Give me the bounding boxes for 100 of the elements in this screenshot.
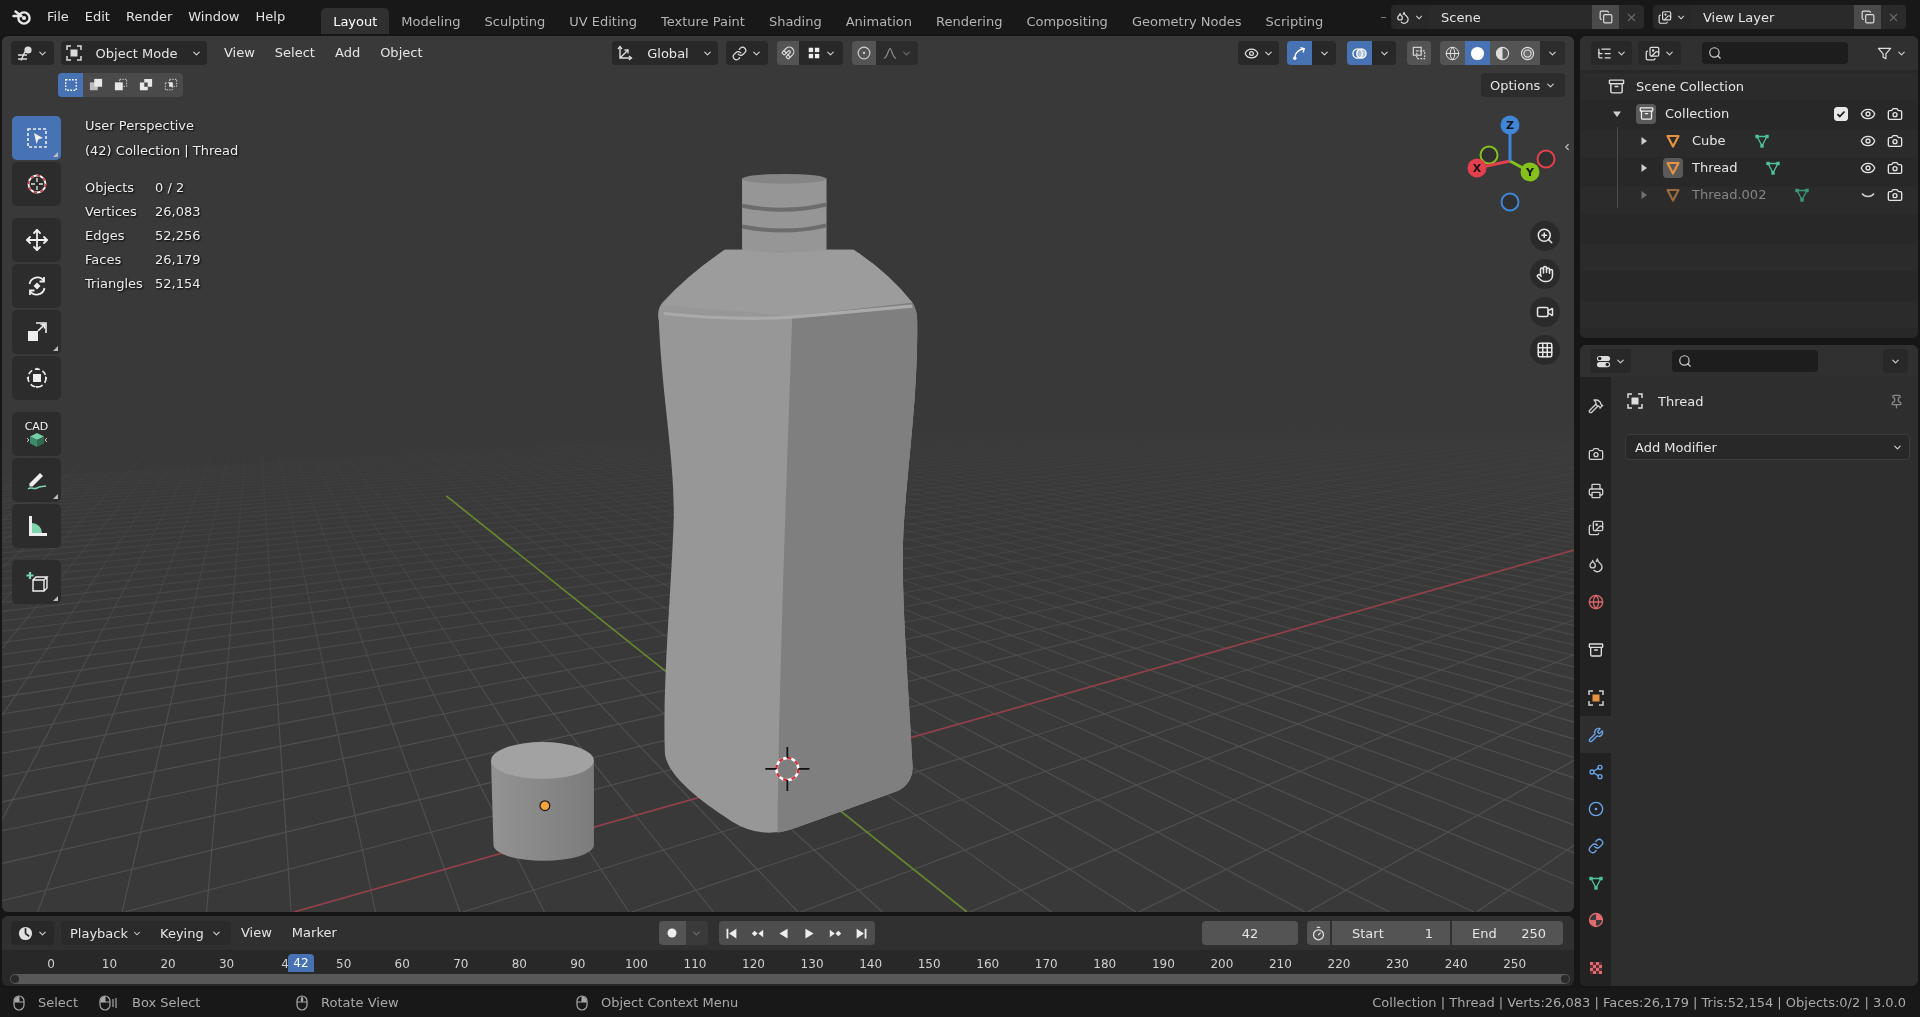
workspace-tab[interactable]: Sculpting — [472, 8, 558, 34]
options-dropdown[interactable]: Options — [1481, 73, 1565, 97]
view-layer-browse-button[interactable] — [1653, 5, 1691, 29]
object-name[interactable]: Cube — [1692, 133, 1726, 148]
tool-button[interactable] — [12, 458, 61, 502]
playback-button[interactable] — [718, 921, 745, 945]
current-frame-field[interactable]: 42 — [1202, 921, 1298, 945]
playhead[interactable]: 42 — [287, 954, 314, 972]
new-view-layer-button[interactable] — [1854, 5, 1881, 29]
playback-button[interactable] — [848, 921, 875, 945]
visibility-dropdown[interactable] — [1238, 41, 1279, 65]
menu-item[interactable]: Select — [264, 41, 325, 65]
menu-item[interactable]: File — [39, 6, 77, 28]
checkbox[interactable] — [1833, 106, 1848, 121]
workspace-tab[interactable]: Geometry Nodes — [1119, 8, 1254, 34]
editor-type-button[interactable] — [11, 921, 54, 945]
tool-button[interactable] — [12, 560, 61, 604]
expand-arrow-icon[interactable] — [1639, 162, 1649, 173]
camera-icon[interactable] — [1886, 186, 1903, 203]
workspace-tab[interactable]: Scripting — [1253, 8, 1336, 34]
menu-item[interactable]: View — [231, 921, 282, 945]
shading-button[interactable] — [1465, 41, 1490, 65]
menu-item[interactable]: Object — [370, 41, 433, 65]
camera-icon[interactable] — [1886, 105, 1903, 122]
scene-browse-button[interactable] — [1391, 5, 1429, 29]
negative-axis-handle[interactable] — [1536, 149, 1556, 169]
selection-mode-button[interactable] — [83, 73, 108, 97]
gizmo-options-dropdown[interactable] — [1312, 41, 1336, 65]
archive-icon[interactable] — [1636, 103, 1656, 124]
snap-target-dropdown[interactable] — [799, 41, 844, 65]
projection-button[interactable] — [1530, 335, 1560, 365]
workspace-tab[interactable]: Animation — [833, 8, 924, 34]
selection-mode-button[interactable] — [158, 73, 183, 97]
close-button[interactable] — [1619, 5, 1644, 29]
menu-item[interactable]: Help — [247, 6, 294, 28]
shading-button[interactable] — [1440, 41, 1465, 65]
pin-icon[interactable] — [1889, 393, 1904, 409]
camera-icon[interactable] — [1886, 159, 1903, 176]
editor-type-button[interactable] — [1591, 41, 1632, 65]
tool-button[interactable]: CAD — [12, 412, 61, 456]
editor-type-button[interactable] — [11, 41, 54, 65]
menu-item[interactable]: View — [214, 41, 265, 65]
menu-item[interactable]: Marker — [281, 921, 347, 945]
preview-range-toggle[interactable] — [1307, 921, 1330, 945]
menu-dropdown[interactable]: Playback — [61, 921, 151, 945]
search-field[interactable] — [1702, 42, 1848, 64]
object-name[interactable]: Thread — [1692, 160, 1738, 175]
tool-button[interactable] — [12, 310, 61, 354]
3d-viewport[interactable]: Object Mode View Select Add Object Global Options CAD User Perspective (42) Collection | Thread Objects 0 / 2 Vertices 26,083 Edges 52,256 Faces 26,179 Triangles 52,154 X Y Z — [2, 36, 1574, 912]
axis-handle[interactable]: X — [1467, 158, 1511, 178]
overlays-toggle[interactable] — [1347, 41, 1372, 65]
menu-item[interactable]: Window — [180, 6, 248, 28]
shading-button[interactable] — [1490, 41, 1515, 65]
workspace-tab[interactable]: Texture Paint — [649, 8, 757, 34]
expand-arrow-icon[interactable] — [1639, 135, 1649, 146]
menu-item[interactable]: Add — [324, 41, 371, 65]
tool-button[interactable] — [12, 162, 61, 206]
view-layer-name-field[interactable]: View Layer — [1691, 5, 1854, 29]
workspace-tab[interactable]: Layout — [321, 8, 390, 34]
app-logo-icon[interactable] — [12, 7, 32, 27]
end-frame-field[interactable]: End 250 — [1452, 921, 1563, 945]
workspace-tab[interactable]: Modeling — [389, 8, 473, 34]
scene-name-field[interactable]: Scene — [1429, 5, 1592, 29]
selection-mode-button[interactable] — [58, 73, 83, 97]
tool-button[interactable] — [12, 504, 61, 548]
camera-icon[interactable] — [1886, 132, 1903, 149]
shading-button[interactable] — [1515, 41, 1540, 65]
overlays-options-dropdown[interactable] — [1372, 41, 1396, 65]
close-button[interactable] — [1881, 5, 1906, 29]
workspace-tab[interactable]: UV Editing — [557, 8, 649, 34]
start-frame-field[interactable]: Start 1 — [1332, 921, 1450, 945]
pivot-dropdown[interactable] — [726, 41, 769, 65]
new-scene-button[interactable] — [1592, 5, 1619, 29]
menu-item[interactable]: Edit — [76, 6, 118, 28]
snap-toggle[interactable] — [777, 41, 800, 65]
workspace-tab[interactable]: Shading — [756, 8, 834, 34]
timeline-scrollbar[interactable] — [10, 974, 1570, 984]
add-modifier-dropdown[interactable]: Add Modifier — [1625, 434, 1910, 460]
zoom-button[interactable] — [1530, 221, 1560, 251]
object-name[interactable]: Thread.002 — [1692, 187, 1767, 202]
workspace-tab[interactable]: Compositing — [1014, 8, 1120, 34]
menu-dropdown[interactable]: Keying — [151, 921, 231, 945]
collection-name[interactable]: Scene Collection — [1636, 79, 1745, 94]
mode-dropdown[interactable]: Object Mode — [61, 41, 207, 65]
menu-item[interactable]: Render — [117, 6, 181, 28]
xray-toggle[interactable] — [1407, 41, 1431, 65]
tool-button[interactable] — [12, 264, 61, 308]
collection-name[interactable]: Collection — [1665, 106, 1730, 121]
negative-axis-handle[interactable] — [1479, 145, 1499, 165]
camera-view-button[interactable] — [1530, 297, 1560, 327]
orientation-dropdown[interactable]: Global — [612, 41, 719, 65]
negative-axis-handle[interactable] — [1500, 192, 1520, 212]
gizmo-toggle[interactable] — [1287, 41, 1312, 65]
search-field[interactable] — [1672, 350, 1818, 372]
tool-button[interactable] — [12, 218, 61, 262]
properties-tab[interactable] — [1580, 716, 1611, 753]
display-mode-dropdown[interactable] — [1638, 41, 1681, 65]
editor-type-button[interactable] — [1590, 349, 1631, 373]
pan-button[interactable] — [1530, 259, 1560, 289]
record-button[interactable] — [658, 921, 686, 945]
